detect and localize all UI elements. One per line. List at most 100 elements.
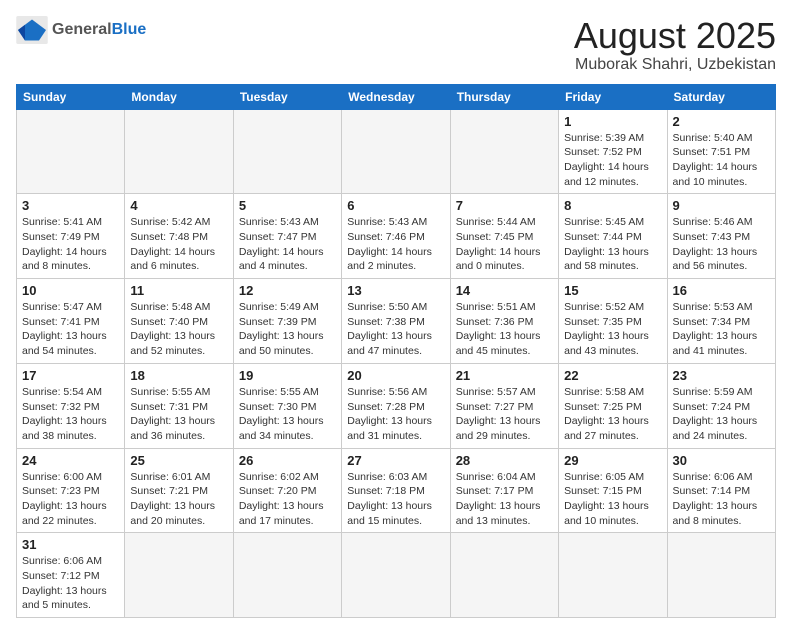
day-number: 25 [130,453,227,468]
day-info: Sunrise: 6:05 AMSunset: 7:15 PMDaylight:… [564,470,661,529]
calendar-subtitle: Muborak Shahri, Uzbekistan [574,56,776,74]
day-number: 31 [22,537,119,552]
day-info: Sunrise: 6:01 AMSunset: 7:21 PMDaylight:… [130,470,227,529]
day-info: Sunrise: 5:47 AMSunset: 7:41 PMDaylight:… [22,300,119,359]
day-cell: 25 Sunrise: 6:01 AMSunset: 7:21 PMDayligh… [125,448,233,533]
day-cell: 9 Sunrise: 5:46 AMSunset: 7:43 PMDaylight… [667,194,775,279]
header-thursday: Thursday [450,84,558,109]
day-cell: 22 Sunrise: 5:58 AMSunset: 7:25 PMDayligh… [559,363,667,448]
day-cell: 19Sunrise: 5:55 AMSunset: 7:30 PMDayligh… [233,363,341,448]
day-cell: 2 Sunrise: 5:40 AMSunset: 7:51 PMDaylight… [667,109,775,194]
day-cell [450,109,558,194]
day-info: Sunrise: 5:44 AMSunset: 7:45 PMDaylight:… [456,215,553,274]
day-number: 18 [130,368,227,383]
day-number: 22 [564,368,661,383]
day-number: 23 [673,368,770,383]
week-row-5: 24 Sunrise: 6:00 AMSunset: 7:23 PMDayligh… [17,448,776,533]
header-monday: Monday [125,84,233,109]
day-info: Sunrise: 5:54 AMSunset: 7:32 PMDaylight:… [22,385,119,444]
day-number: 26 [239,453,336,468]
header-saturday: Saturday [667,84,775,109]
day-number: 28 [456,453,553,468]
day-info: Sunrise: 5:57 AMSunset: 7:27 PMDaylight:… [456,385,553,444]
day-cell: 7Sunrise: 5:44 AMSunset: 7:45 PMDaylight… [450,194,558,279]
day-info: Sunrise: 6:00 AMSunset: 7:23 PMDaylight:… [22,470,119,529]
header-friday: Friday [559,84,667,109]
calendar-body: 1 Sunrise: 5:39 AMSunset: 7:52 PMDaylight… [17,109,776,618]
day-cell [125,109,233,194]
day-info: Sunrise: 5:58 AMSunset: 7:25 PMDaylight:… [564,385,661,444]
day-cell: 24 Sunrise: 6:00 AMSunset: 7:23 PMDayligh… [17,448,125,533]
header-tuesday: Tuesday [233,84,341,109]
day-number: 2 [673,114,770,129]
day-info: Sunrise: 5:55 AMSunset: 7:30 PMDaylight:… [239,385,336,444]
day-number: 17 [22,368,119,383]
day-number: 21 [456,368,553,383]
day-info: Sunrise: 5:41 AMSunset: 7:49 PMDaylight:… [22,215,119,274]
day-info: Sunrise: 5:43 AMSunset: 7:47 PMDaylight:… [239,215,336,274]
day-cell: 16Sunrise: 5:53 AMSunset: 7:34 PMDayligh… [667,279,775,364]
day-number: 9 [673,198,770,213]
day-cell [559,533,667,618]
day-number: 14 [456,283,553,298]
header-sunday: Sunday [17,84,125,109]
week-row-3: 10Sunrise: 5:47 AMSunset: 7:41 PMDayligh… [17,279,776,364]
day-info: Sunrise: 5:51 AMSunset: 7:36 PMDaylight:… [456,300,553,359]
day-info: Sunrise: 5:53 AMSunset: 7:34 PMDaylight:… [673,300,770,359]
day-info: Sunrise: 5:40 AMSunset: 7:51 PMDaylight:… [673,131,770,190]
day-cell: 6Sunrise: 5:43 AMSunset: 7:46 PMDaylight… [342,194,450,279]
day-number: 6 [347,198,444,213]
day-number: 5 [239,198,336,213]
day-number: 11 [130,283,227,298]
day-cell: 8 Sunrise: 5:45 AMSunset: 7:44 PMDaylight… [559,194,667,279]
day-number: 30 [673,453,770,468]
day-cell: 1 Sunrise: 5:39 AMSunset: 7:52 PMDaylight… [559,109,667,194]
week-row-2: 3 Sunrise: 5:41 AMSunset: 7:49 PMDaylight… [17,194,776,279]
day-info: Sunrise: 5:45 AMSunset: 7:44 PMDaylight:… [564,215,661,274]
day-info: Sunrise: 5:42 AMSunset: 7:48 PMDaylight:… [130,215,227,274]
logo-text: GeneralBlue [52,21,146,39]
day-info: Sunrise: 5:48 AMSunset: 7:40 PMDaylight:… [130,300,227,359]
logo-icon [16,16,48,44]
day-cell: 14 Sunrise: 5:51 AMSunset: 7:36 PMDayligh… [450,279,558,364]
day-cell [450,533,558,618]
day-info: Sunrise: 6:04 AMSunset: 7:17 PMDaylight:… [456,470,553,529]
day-cell: 15Sunrise: 5:52 AMSunset: 7:35 PMDayligh… [559,279,667,364]
day-info: Sunrise: 5:46 AMSunset: 7:43 PMDaylight:… [673,215,770,274]
day-cell: 13 Sunrise: 5:50 AMSunset: 7:38 PMDayligh… [342,279,450,364]
day-cell: 29Sunrise: 6:05 AMSunset: 7:15 PMDayligh… [559,448,667,533]
calendar-header: Sunday Monday Tuesday Wednesday Thursday… [17,84,776,109]
day-cell: 30 Sunrise: 6:06 AMSunset: 7:14 PMDayligh… [667,448,775,533]
day-number: 27 [347,453,444,468]
day-cell [17,109,125,194]
day-number: 3 [22,198,119,213]
day-info: Sunrise: 6:06 AMSunset: 7:14 PMDaylight:… [673,470,770,529]
day-number: 4 [130,198,227,213]
day-number: 8 [564,198,661,213]
day-cell: 4 Sunrise: 5:42 AMSunset: 7:48 PMDaylight… [125,194,233,279]
day-cell: 5 Sunrise: 5:43 AMSunset: 7:47 PMDaylight… [233,194,341,279]
day-cell: 17 Sunrise: 5:54 AMSunset: 7:32 PMDayligh… [17,363,125,448]
day-number: 24 [22,453,119,468]
day-info: Sunrise: 6:06 AMSunset: 7:12 PMDaylight:… [22,554,119,613]
day-cell: 3 Sunrise: 5:41 AMSunset: 7:49 PMDaylight… [17,194,125,279]
day-cell [342,109,450,194]
day-info: Sunrise: 5:59 AMSunset: 7:24 PMDaylight:… [673,385,770,444]
day-number: 13 [347,283,444,298]
day-info: Sunrise: 5:52 AMSunset: 7:35 PMDaylight:… [564,300,661,359]
page-header: GeneralBlue August 2025 Muborak Shahri, … [16,16,776,74]
week-row-6: 31 Sunrise: 6:06 AMSunset: 7:12 PMDayligh… [17,533,776,618]
day-info: Sunrise: 5:39 AMSunset: 7:52 PMDaylight:… [564,131,661,190]
day-cell: 26Sunrise: 6:02 AMSunset: 7:20 PMDayligh… [233,448,341,533]
day-cell: 27Sunrise: 6:03 AMSunset: 7:18 PMDayligh… [342,448,450,533]
day-cell: 10Sunrise: 5:47 AMSunset: 7:41 PMDayligh… [17,279,125,364]
day-info: Sunrise: 5:50 AMSunset: 7:38 PMDaylight:… [347,300,444,359]
day-cell: 11 Sunrise: 5:48 AMSunset: 7:40 PMDayligh… [125,279,233,364]
day-info: Sunrise: 5:49 AMSunset: 7:39 PMDaylight:… [239,300,336,359]
day-number: 1 [564,114,661,129]
week-row-1: 1 Sunrise: 5:39 AMSunset: 7:52 PMDaylight… [17,109,776,194]
calendar-title: August 2025 [574,16,776,56]
day-cell: 18Sunrise: 5:55 AMSunset: 7:31 PMDayligh… [125,363,233,448]
week-row-4: 17 Sunrise: 5:54 AMSunset: 7:32 PMDayligh… [17,363,776,448]
day-cell [233,533,341,618]
